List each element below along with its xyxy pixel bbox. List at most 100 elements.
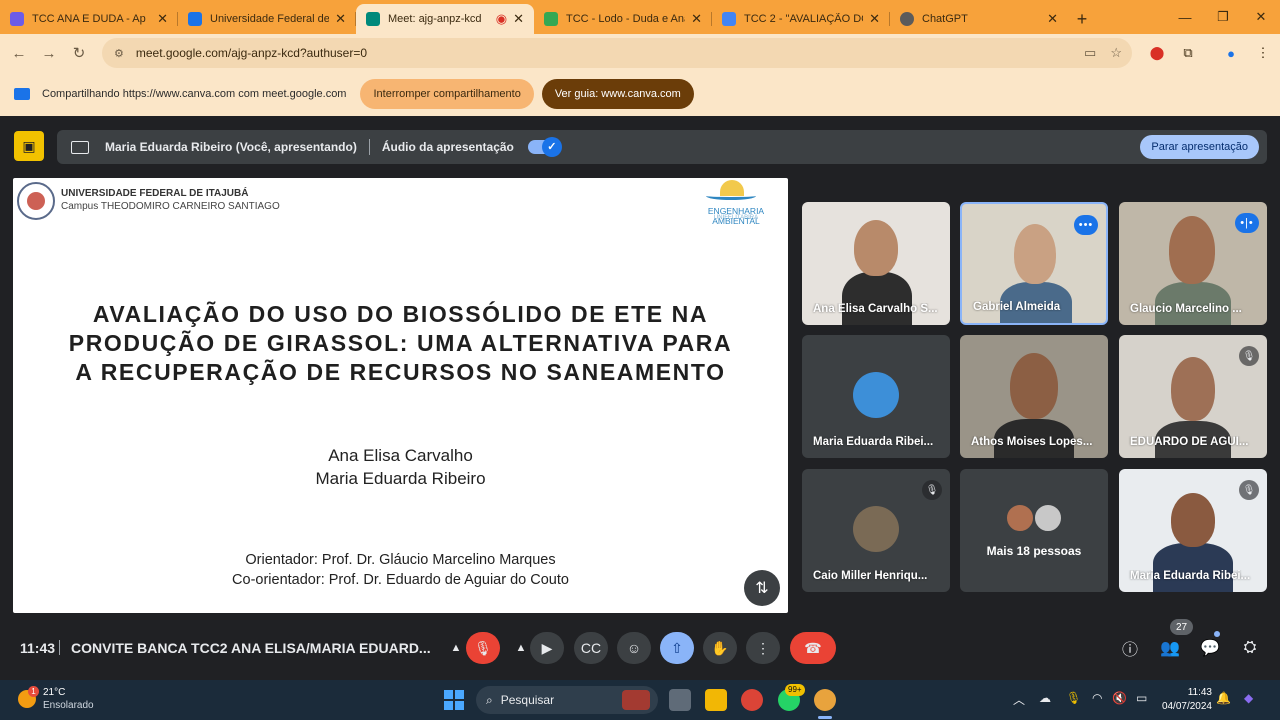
cloud-sync-icon[interactable]: ☁ bbox=[1039, 691, 1051, 705]
camera-off-icon[interactable]: ▭ bbox=[1084, 45, 1096, 61]
screen-share-icon bbox=[14, 88, 30, 100]
show-hidden-icons-chevron-icon[interactable]: ︿ bbox=[1013, 691, 1025, 708]
participant-tile[interactable]: Ana Elisa Carvalho S... bbox=[802, 202, 950, 325]
restore-icon[interactable]: ❐ bbox=[1204, 0, 1242, 34]
tab-sharing-bar: Compartilhando https://www.canva.com com… bbox=[0, 72, 1280, 116]
extensions-puzzle-icon[interactable]: ⧉ bbox=[1177, 42, 1199, 64]
browser-menu-icon[interactable]: ⋮ bbox=[1252, 42, 1274, 64]
participant-name: Gabriel Almeida bbox=[973, 301, 1061, 313]
participant-tile[interactable]: 🎙 EDUARDO DE AGUI... bbox=[1119, 335, 1267, 458]
audio-settings-chevron-icon[interactable]: ▲ bbox=[445, 632, 467, 664]
notification-bell-icon[interactable]: 🔔 bbox=[1216, 691, 1231, 705]
video-settings-chevron-icon[interactable]: ▲ bbox=[510, 632, 532, 664]
browser-tab[interactable]: TCC 2 - "AVALIAÇÃO DO U ✕ bbox=[712, 4, 890, 34]
divider bbox=[368, 139, 370, 155]
weather-condition[interactable]: Ensolarado bbox=[43, 700, 94, 711]
captions-button[interactable]: CC bbox=[574, 632, 608, 664]
close-tab-icon[interactable]: ✕ bbox=[691, 11, 702, 27]
presentation-hidden-icon[interactable]: ▣ bbox=[14, 131, 44, 161]
browser-tab-active[interactable]: Meet: ajg-anpz-kcd ◉ ✕ bbox=[356, 4, 534, 34]
meeting-clock: 11:43 bbox=[20, 640, 56, 656]
close-tab-icon[interactable]: ✕ bbox=[513, 11, 524, 27]
opera-extension-icon[interactable]: ⬤ bbox=[1146, 42, 1168, 64]
start-windows-icon[interactable] bbox=[444, 690, 464, 710]
raise-hand-button[interactable]: ✋ bbox=[703, 632, 737, 664]
forward-icon[interactable]: → bbox=[34, 38, 64, 68]
camera-button[interactable]: ▶ bbox=[530, 632, 564, 664]
participant-tile[interactable]: Maria Eduarda Ribei... bbox=[802, 335, 950, 458]
omnibox-actions: ▭ ☆ bbox=[1084, 45, 1122, 61]
participant-name: EDUARDO DE AGUI... bbox=[1130, 436, 1249, 448]
participant-tile[interactable]: Athos Moises Lopes... bbox=[960, 335, 1108, 458]
chrome-icon[interactable] bbox=[741, 689, 763, 711]
mic-off-icon: 🎙 bbox=[1239, 346, 1259, 366]
leave-call-button[interactable]: ☎ bbox=[790, 632, 836, 664]
title-line: A RECUPERAÇÃO DE RECURSOS NO SANEAMENTO bbox=[75, 359, 726, 385]
close-tab-icon[interactable]: ✕ bbox=[157, 11, 168, 27]
microphone-in-use-icon[interactable]: 🎙 bbox=[1066, 691, 1081, 705]
stop-presenting-button[interactable]: Parar apresentação bbox=[1140, 135, 1259, 159]
tab-favicon-icon bbox=[188, 12, 202, 26]
browser-tab[interactable]: TCC - Lodo - Duda e Ana ✕ bbox=[534, 4, 712, 34]
more-options-icon[interactable]: ••• bbox=[1074, 215, 1098, 235]
meeting-details-icon[interactable]: ⓘ bbox=[1117, 635, 1143, 661]
participant-tile[interactable]: •|• Glaucio Marcelino ... bbox=[1119, 202, 1267, 325]
bookmark-star-icon[interactable]: ☆ bbox=[1110, 45, 1122, 61]
close-tab-icon[interactable]: ✕ bbox=[1047, 11, 1058, 27]
participant-tile[interactable]: 🎙 Maria Eduarda Ribei... bbox=[1119, 469, 1267, 592]
profile-avatar[interactable]: ● bbox=[1220, 42, 1242, 64]
taskbar-clock-time[interactable]: 11:43 bbox=[1186, 687, 1212, 698]
volume-muted-icon[interactable]: 🔇 bbox=[1112, 691, 1127, 705]
reactions-button[interactable]: ☺ bbox=[617, 632, 651, 664]
docs-favicon-icon bbox=[722, 12, 736, 26]
weather-temperature[interactable]: 21°C bbox=[43, 687, 65, 698]
tab-label: TCC ANA E DUDA - Ap bbox=[32, 13, 146, 25]
url-field[interactable]: ⚙ meet.google.com/ajg-anpz-kcd?authuser=… bbox=[102, 38, 1132, 68]
search-placeholder: Pesquisar bbox=[500, 693, 555, 707]
task-view-icon[interactable] bbox=[669, 689, 691, 711]
back-icon[interactable]: ← bbox=[4, 38, 34, 68]
chat-icon[interactable]: 💬 bbox=[1197, 635, 1223, 661]
meeting-title: CONVITE BANCA TCC2 ANA ELISA/MARIA EDUAR… bbox=[71, 640, 431, 656]
more-options-button[interactable]: ⋮ bbox=[746, 632, 780, 664]
taskbar-clock-date[interactable]: 04/07/2024 bbox=[1160, 701, 1212, 712]
weather-badge: 1 bbox=[28, 686, 39, 697]
close-tab-icon[interactable]: ✕ bbox=[335, 11, 346, 27]
close-tab-icon[interactable]: ✕ bbox=[869, 11, 880, 27]
participant-tile[interactable]: ••• Gabriel Almeida bbox=[960, 202, 1108, 325]
presentation-audio-toggle[interactable] bbox=[527, 137, 562, 157]
reload-icon[interactable]: ↻ bbox=[64, 38, 94, 68]
mic-off-button[interactable]: 🎙 bbox=[466, 632, 500, 664]
more-participants-tile[interactable]: Mais 18 pessoas bbox=[960, 469, 1108, 592]
people-icon[interactable]: 👥 bbox=[1157, 635, 1183, 661]
department-logo-subtext: UNIFEI ITABIRA bbox=[713, 215, 759, 221]
stop-sharing-button[interactable]: Interromper compartilhamento bbox=[360, 79, 534, 109]
view-guide-button[interactable]: Ver guia: www.canva.com bbox=[541, 79, 694, 109]
participant-name: Ana Elisa Carvalho S... bbox=[813, 303, 938, 315]
copilot-icon[interactable]: ◆ bbox=[1244, 691, 1253, 705]
close-window-icon[interactable]: ✕ bbox=[1242, 0, 1280, 34]
present-now-button[interactable]: ⇧ bbox=[660, 632, 694, 664]
participant-tile[interactable]: 🎙 Caio Miller Henriqu... bbox=[802, 469, 950, 592]
taskbar-search[interactable]: ⌕ Pesquisar bbox=[476, 686, 658, 714]
url-text: meet.google.com/ajg-anpz-kcd?authuser=0 bbox=[135, 46, 368, 60]
presenter-label: Maria Eduarda Ribeiro (Você, apresentand… bbox=[105, 140, 357, 154]
site-info-icon[interactable]: ⚙ bbox=[114, 47, 124, 60]
slide-title: AVALIAÇÃO DO USO DO BIOSSÓLIDO DE ETE NA… bbox=[13, 300, 788, 387]
file-explorer-icon[interactable] bbox=[705, 689, 727, 711]
activities-icon[interactable]: ⛭ bbox=[1237, 635, 1263, 661]
battery-icon[interactable]: ▭ bbox=[1136, 691, 1147, 705]
wifi-icon[interactable]: ◠ bbox=[1092, 691, 1102, 705]
participant-video bbox=[1171, 493, 1215, 547]
meet-favicon-icon bbox=[366, 12, 380, 26]
chrome-active-icon[interactable] bbox=[814, 689, 836, 711]
mic-off-icon: 🎙 bbox=[922, 480, 942, 500]
browser-tab[interactable]: TCC ANA E DUDA - Ap ✕ bbox=[0, 4, 178, 34]
swap-layout-button[interactable]: ⇅ bbox=[744, 570, 780, 606]
browser-tab[interactable]: ChatGPT ✕ bbox=[890, 4, 1068, 34]
whatsapp-unread-badge: 99+ bbox=[785, 684, 805, 696]
university-name: UNIVERSIDADE FEDERAL DE ITAJUBÁ bbox=[61, 188, 249, 199]
browser-tab[interactable]: Universidade Federal de Ita ✕ bbox=[178, 4, 356, 34]
minimize-icon[interactable]: — bbox=[1166, 0, 1204, 34]
new-tab-button[interactable]: + bbox=[1068, 4, 1096, 34]
